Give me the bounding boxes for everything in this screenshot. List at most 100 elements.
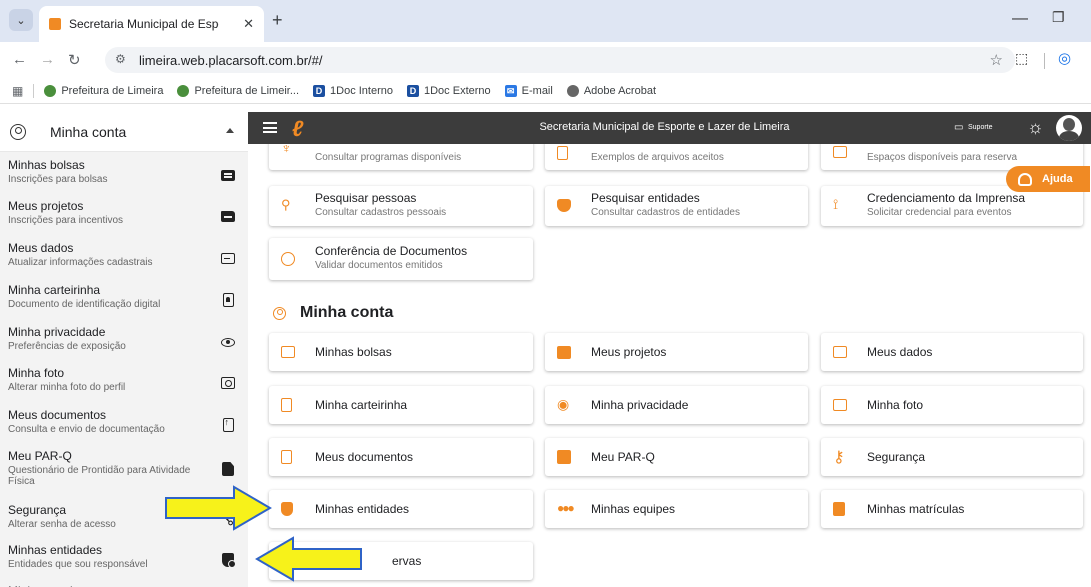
card-meus-dados[interactable]: Meus dados (821, 333, 1083, 371)
mail-icon: ✉ (504, 84, 517, 97)
sidebar-item-title: Minhas bolsas (8, 158, 85, 172)
card-programas[interactable]: ♆ Consultar programas disponíveis (269, 144, 533, 170)
group-icon: ●●● (557, 501, 575, 515)
card-title: Segurança (867, 450, 926, 464)
card-minhas-entidades[interactable]: Minhas entidades (269, 490, 533, 528)
card-subtitle: Consultar cadastros pessoais (315, 207, 447, 218)
collapse-caret-icon[interactable] (226, 128, 234, 133)
sidebar-item-minhas-entidades[interactable]: Minhas entidades Entidades que sou respo… (0, 543, 248, 583)
camera-icon (833, 399, 847, 413)
bookmark-email[interactable]: ✉ E-mail (504, 84, 553, 97)
site-favicon-icon (49, 18, 61, 30)
card-subtitle: Consultar programas disponíveis (315, 152, 462, 163)
bookmark-star-icon[interactable]: ☆ (990, 51, 1003, 69)
apps-grid-icon[interactable]: ▦ (12, 84, 23, 98)
app-top-bar: ℓ Secretaria Municipal de Esporte e Laze… (248, 112, 1091, 144)
card-minha-privacidade[interactable]: ◉ Minha privacidade (545, 386, 808, 424)
card-meu-par-q[interactable]: Meu PAR-Q (545, 438, 808, 476)
help-button-label: Ajuda (1042, 173, 1073, 185)
card-pesquisar-entidades[interactable]: Pesquisar entidades Consultar cadastros … (545, 186, 808, 226)
card-subtitle: Solicitar credencial para eventos (867, 207, 1012, 218)
sidebar-item-meus-projetos[interactable]: Meus projetos Inscrições para incentivos (0, 199, 248, 239)
url-input[interactable]: ⚙ limeira.web.placarsoft.com.br/#/ ☆ (105, 47, 1015, 73)
browser-tab[interactable]: Secretaria Municipal de Esporte ✕ (39, 6, 264, 42)
sidebar-item-subtitle: Inscrições para incentivos (8, 215, 124, 226)
browser-tab-bar: ⌄ Secretaria Municipal de Esporte ✕ + — … (0, 0, 1091, 42)
card-title: Minhas bolsas (315, 345, 392, 359)
site-settings-icon[interactable]: ⚙ (115, 52, 126, 66)
sidebar-item-minha-privacidade[interactable]: Minha privacidade Preferências de exposi… (0, 325, 248, 365)
sidebar-item-title: Minhas entidades (8, 543, 103, 557)
card-meus-documentos[interactable]: Meus documentos (269, 438, 533, 476)
sidebar-item-minha-carteirinha[interactable]: Minha carteirinha Documento de identific… (0, 283, 248, 323)
support-link[interactable]: Suporte (968, 124, 993, 131)
card-minha-foto[interactable]: Minha foto (821, 386, 1083, 424)
card-minha-carteirinha[interactable]: Minha carteirinha (269, 386, 533, 424)
theme-toggle-sun-icon[interactable]: ☼ (1027, 117, 1044, 138)
minimize-window-icon[interactable]: — (1012, 10, 1028, 28)
main-content: ♆ Consultar programas disponíveis Exempl… (248, 144, 1091, 587)
sidebar-item-minha-foto[interactable]: Minha foto Alterar minha foto do perfil (0, 366, 248, 406)
extensions-icon[interactable]: ⬚ (1015, 50, 1028, 67)
card-icon (221, 168, 235, 182)
sidebar-header-label: Minha conta (50, 123, 127, 140)
card-title: Pesquisar pessoas (315, 191, 417, 205)
account-circle-icon (273, 306, 286, 320)
leaf-icon (177, 84, 190, 97)
bookmark-prefeitura-limeira[interactable]: Prefeitura de Limeira (44, 84, 164, 97)
sidebar-item-title: Minha privacidade (8, 325, 106, 339)
annotation-arrow-right (165, 485, 272, 531)
bookmark-1doc-interno[interactable]: D 1Doc Interno (313, 84, 393, 97)
support-chat-icon[interactable]: ▭ (954, 122, 963, 133)
bookmark-1doc-externo[interactable]: D 1Doc Externo (407, 84, 491, 97)
check-circle-icon (281, 252, 295, 266)
sidebar-header-minha-conta[interactable]: Minha conta (0, 112, 248, 152)
document-filled-icon (221, 462, 235, 476)
help-button[interactable]: Ajuda (1006, 166, 1090, 192)
card-pesquisar-pessoas[interactable]: ⚲ Pesquisar pessoas Consultar cadastros … (269, 186, 533, 226)
new-tab-button[interactable]: + (272, 10, 283, 31)
bookmark-adobe-acrobat[interactable]: Adobe Acrobat (566, 84, 656, 97)
restore-window-icon[interactable]: ❐ (1052, 9, 1065, 26)
card-title: Pesquisar entidades (591, 191, 700, 205)
card-minhas-matriculas[interactable]: Minhas matrículas (821, 490, 1083, 528)
folder-icon (221, 209, 235, 223)
sidebar-item-minhas-bolsas[interactable]: Minhas bolsas Inscrições para bolsas (0, 158, 248, 198)
card-subtitle: Espaços disponíveis para reserva (867, 152, 1018, 163)
bookmark-label: 1Doc Interno (330, 84, 393, 97)
reload-icon[interactable]: ↻ (68, 51, 81, 69)
card-exemplos-arquivos[interactable]: Exemplos de arquivos aceitos (545, 144, 808, 170)
card-title: Credenciamento da Imprensa (867, 191, 1026, 205)
section-header-minha-conta: Minha conta (273, 304, 393, 322)
card-title: ervas (392, 554, 422, 568)
trophy-icon: ♆ (281, 144, 292, 156)
card-minhas-bolsas[interactable]: Minhas bolsas (269, 333, 533, 371)
shield-icon (221, 553, 236, 568)
bookmark-label: Prefeitura de Limeira (61, 84, 164, 97)
card-seguranca[interactable]: ⚷ Segurança (821, 438, 1083, 476)
bookmarks-divider (33, 83, 35, 98)
sidebar-item-title: Meus projetos (8, 199, 84, 213)
close-tab-icon[interactable]: ✕ (243, 16, 254, 32)
page-title: Secretaria Municipal de Esporte e Lazer … (539, 121, 790, 133)
card-conferencia-documentos[interactable]: Conferência de Documentos Validar docume… (269, 238, 533, 280)
eye-icon: ◉ (557, 396, 570, 412)
camera-icon (221, 376, 235, 390)
sidebar-item-subtitle: Inscrições para bolsas (8, 174, 108, 185)
sidebar-item-subtitle: Questionário de Prontidão para Atividade… (8, 465, 191, 487)
card-credenciamento-imprensa[interactable]: ⟟ Credenciamento da Imprensa Solicitar c… (821, 186, 1083, 226)
bookmark-prefeitura-limeira-2[interactable]: Prefeitura de Limeir... (177, 84, 300, 97)
doc-icon: D (313, 84, 326, 97)
bookmark-label: Prefeitura de Limeir... (194, 84, 300, 97)
url-text: limeira.web.placarsoft.com.br/#/ (139, 53, 323, 68)
profile-icon[interactable]: ◎ (1058, 49, 1071, 67)
back-arrow-icon[interactable]: ← (12, 51, 27, 68)
tab-search-button[interactable]: ⌄ (9, 9, 33, 31)
sidebar-item-meus-dados[interactable]: Meus dados Atualizar informações cadastr… (0, 241, 248, 281)
card-title: Minhas matrículas (867, 502, 965, 516)
sidebar-item-meus-documentos[interactable]: Meus documentos Consulta e envio de docu… (0, 408, 248, 448)
forward-arrow-icon[interactable]: → (40, 51, 55, 68)
card-minhas-equipes[interactable]: ●●● Minhas equipes (545, 490, 808, 528)
user-avatar[interactable] (1056, 115, 1082, 141)
card-meus-projetos[interactable]: Meus projetos (545, 333, 808, 371)
